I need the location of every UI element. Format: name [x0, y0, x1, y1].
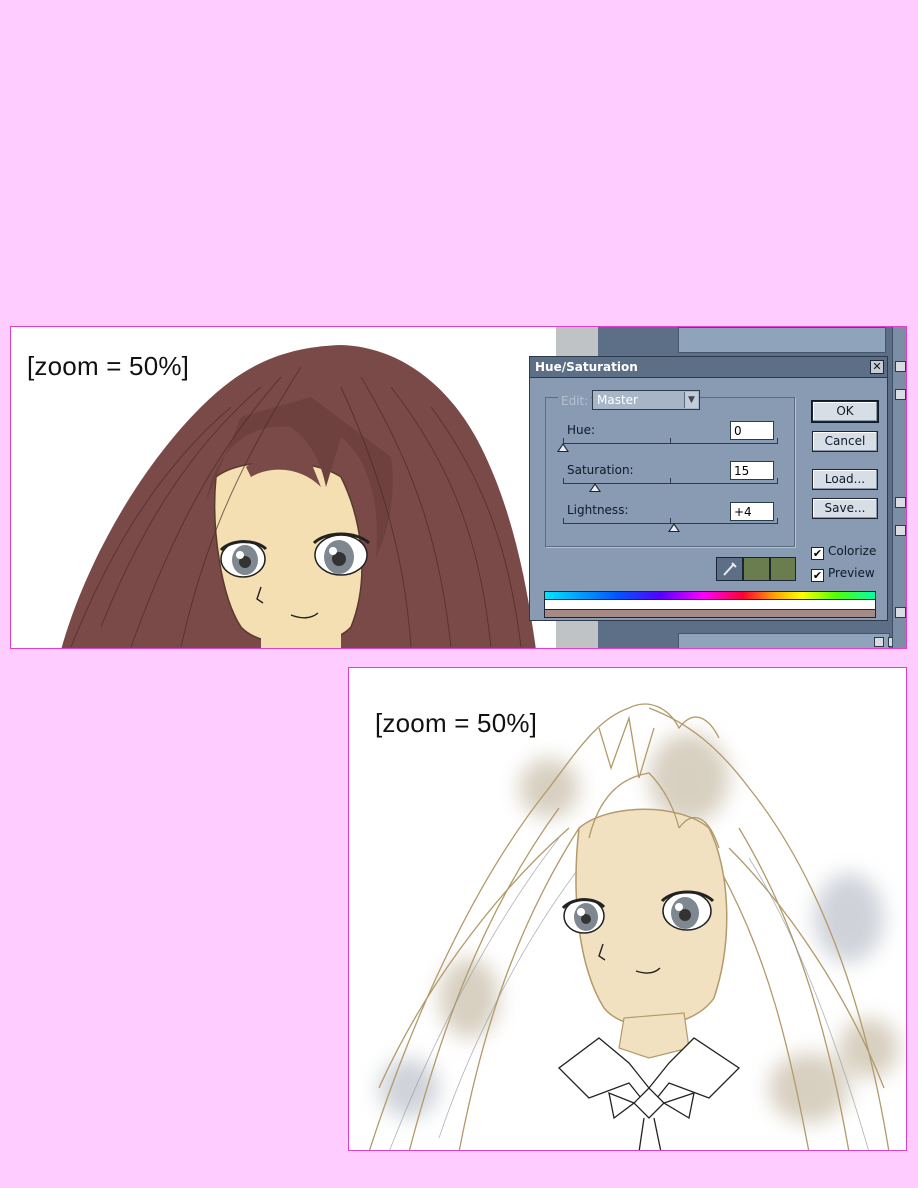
cancel-button[interactable]: Cancel: [812, 431, 878, 452]
lightness-input[interactable]: [730, 502, 774, 521]
load-button[interactable]: Load...: [812, 469, 878, 490]
palette-arrow-icon[interactable]: [895, 525, 906, 536]
after-screenshot-panel: [zoom = 50%]: [348, 667, 907, 1151]
palette-rail: [892, 327, 906, 648]
save-button[interactable]: Save...: [812, 498, 878, 519]
left-eye: [561, 898, 606, 934]
dialog-title: Hue/Saturation: [530, 357, 887, 378]
saturation-slider-thumb[interactable]: [589, 483, 602, 492]
hue-saturation-dialog: Hue/Saturation ✕ Edit: Master ▼ Hue: Sat…: [529, 356, 888, 621]
eyedropper-icon[interactable]: [716, 557, 743, 581]
checkbox-check-icon: ✔: [811, 569, 824, 582]
minimize-icon[interactable]: [874, 637, 884, 647]
ok-button[interactable]: OK: [811, 400, 879, 423]
hue-slider-thumb[interactable]: [557, 443, 569, 452]
spectrum-divider: [544, 600, 876, 609]
character-artwork-white-hair: [368, 703, 899, 1150]
palette-arrow-icon[interactable]: [895, 497, 906, 508]
palette-arrow-icon[interactable]: [895, 607, 906, 618]
hue-input[interactable]: [730, 421, 774, 440]
output-color-bar: [544, 609, 876, 618]
hue-label: Hue:: [567, 423, 596, 437]
colorize-checkbox[interactable]: ✔ Colorize: [811, 544, 876, 560]
saturation-input[interactable]: [730, 461, 774, 480]
eyedropper-plus-icon[interactable]: [743, 557, 770, 581]
zoom-label: [zoom = 50%]: [27, 351, 190, 381]
palette-arrow-icon[interactable]: [895, 361, 906, 372]
checkbox-check-icon: ✔: [811, 547, 824, 560]
palette-dock-top: [678, 327, 886, 353]
close-icon[interactable]: ✕: [870, 360, 884, 374]
palette-arrow-icon[interactable]: [895, 389, 906, 400]
edit-label: Edit:: [558, 394, 592, 408]
eyedropper-minus-icon[interactable]: [770, 557, 796, 581]
edit-channel-select[interactable]: Master ▼: [592, 390, 700, 410]
left-eye: [219, 540, 268, 578]
zoom-label: [zoom = 50%]: [375, 708, 538, 738]
preview-checkbox[interactable]: ✔ Preview: [811, 566, 875, 582]
chevron-down-icon[interactable]: ▼: [684, 392, 698, 408]
lightness-label: Lightness:: [567, 503, 629, 517]
palette-dock-bottom: [678, 633, 890, 648]
lightness-slider-thumb[interactable]: [668, 523, 681, 532]
input-spectrum-bar: [544, 591, 876, 600]
saturation-label: Saturation:: [567, 463, 634, 477]
